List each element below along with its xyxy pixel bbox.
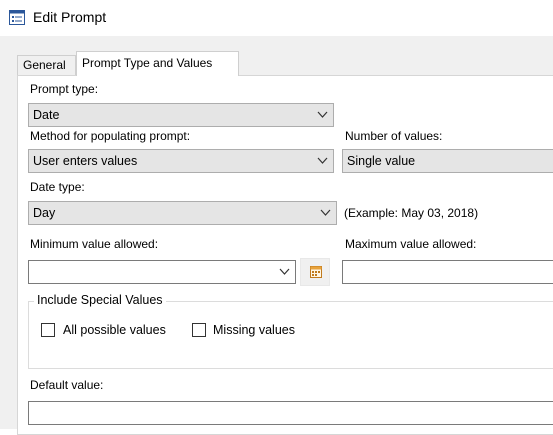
- date-type-value: Day: [33, 206, 56, 220]
- missing-values-checkbox[interactable]: [192, 323, 206, 337]
- method-label: Method for populating prompt:: [30, 129, 191, 143]
- maximum-value-input[interactable]: [342, 260, 553, 284]
- title-bar: Edit Prompt: [0, 0, 553, 36]
- default-value-input[interactable]: [28, 401, 553, 425]
- all-possible-values-checkbox[interactable]: [41, 323, 55, 337]
- number-of-values-value: Single value: [347, 154, 416, 168]
- special-values-legend: Include Special Values: [34, 293, 166, 307]
- chevron-down-icon: [317, 111, 328, 118]
- minimum-value-label: Minimum value allowed:: [30, 237, 159, 251]
- prompt-type-value: Date: [33, 108, 60, 122]
- default-value-label: Default value:: [30, 378, 104, 392]
- date-type-label: Date type:: [30, 180, 85, 194]
- chevron-down-icon: [279, 268, 290, 275]
- dialog-body: General Prompt Type and Values Prompt ty…: [0, 36, 553, 435]
- date-example-text: (Example: May 03, 2018): [344, 206, 479, 220]
- method-dropdown[interactable]: User enters values: [28, 149, 334, 173]
- list-window-icon: [9, 10, 25, 25]
- minimum-value-dropdown[interactable]: [28, 260, 296, 284]
- tab-general[interactable]: General: [17, 55, 76, 75]
- method-value: User enters values: [33, 154, 138, 168]
- date-type-dropdown[interactable]: Day: [28, 201, 337, 225]
- calendar-picker-button[interactable]: [300, 258, 330, 286]
- number-of-values-label: Number of values:: [345, 129, 443, 143]
- prompt-type-dropdown[interactable]: Date: [28, 103, 334, 127]
- calendar-icon: [310, 266, 322, 278]
- chevron-down-icon: [317, 157, 328, 164]
- missing-values-label: Missing values: [213, 323, 295, 337]
- tab-prompt-type-and-values[interactable]: Prompt Type and Values: [76, 51, 239, 76]
- chevron-down-icon: [320, 209, 331, 216]
- tab-panel: Prompt type: Date Method for populating …: [17, 75, 553, 435]
- maximum-value-label: Maximum value allowed:: [345, 237, 477, 251]
- prompt-type-label: Prompt type:: [30, 82, 99, 96]
- all-possible-values-label: All possible values: [63, 323, 166, 337]
- special-values-group: Include Special Values All possible valu…: [28, 293, 553, 369]
- window-title: Edit Prompt: [33, 9, 107, 25]
- number-of-values-dropdown[interactable]: Single value: [342, 149, 553, 173]
